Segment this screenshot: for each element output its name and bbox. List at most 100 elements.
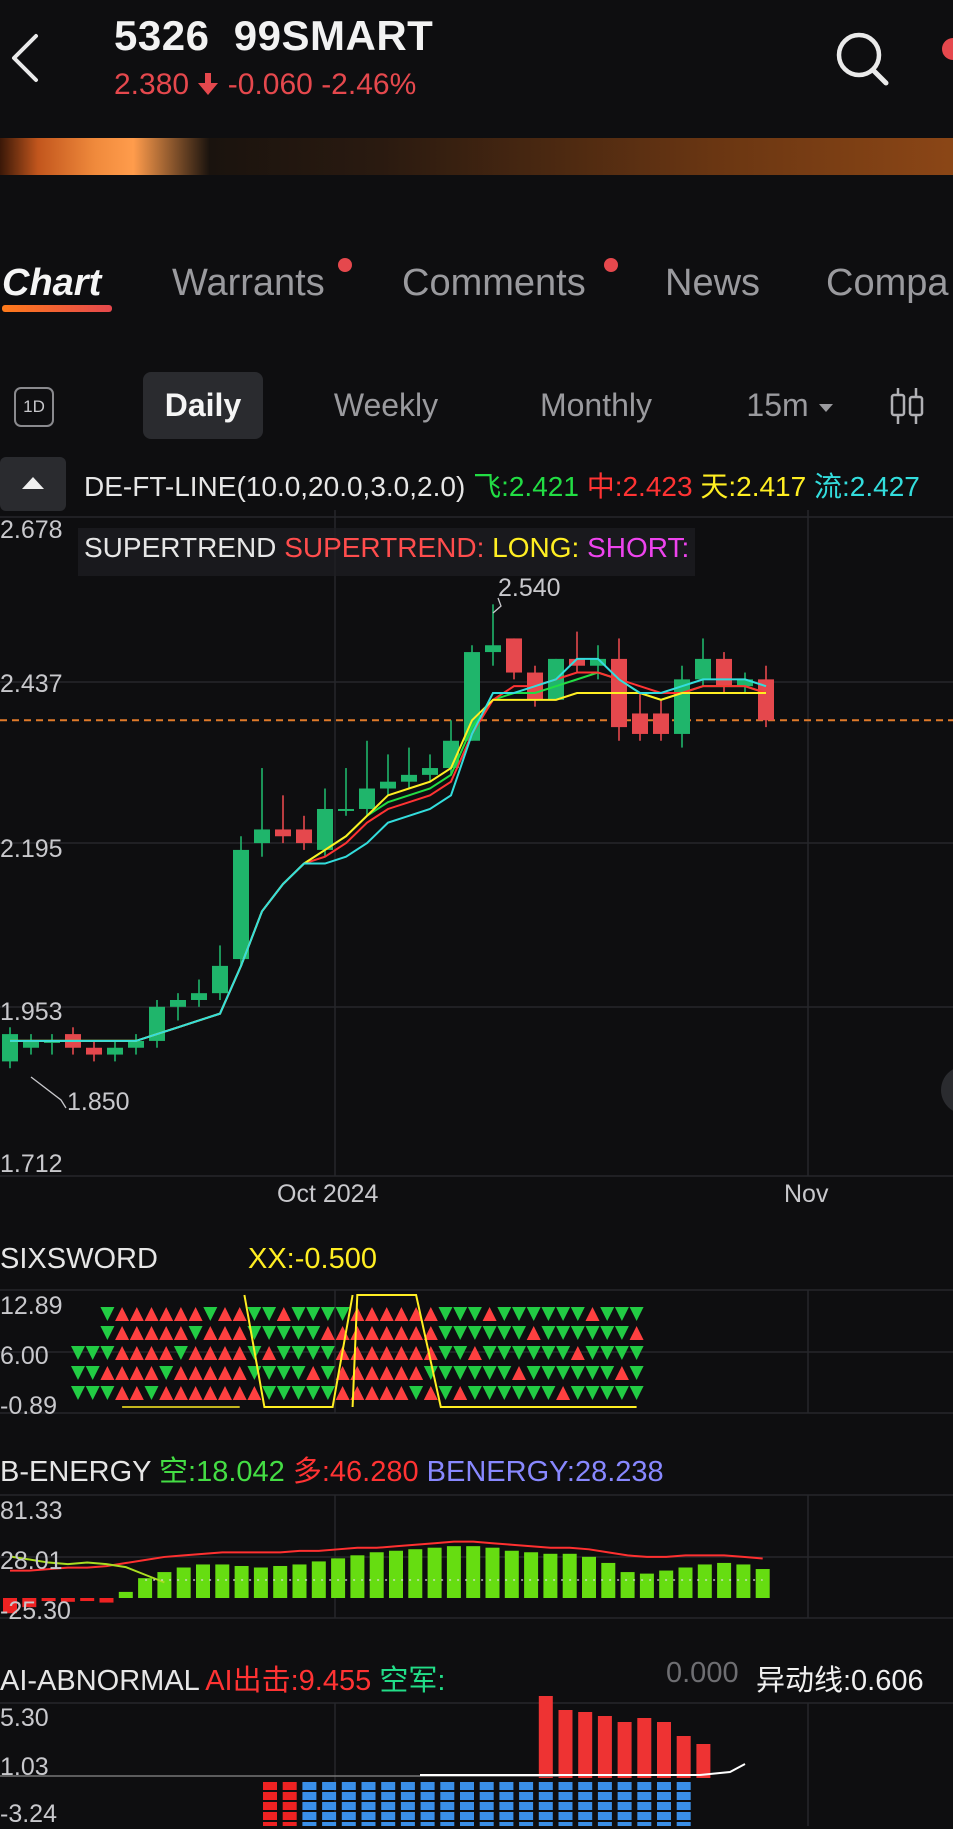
x-tick-label: Nov — [784, 1180, 829, 1208]
sixsword-down-triangle — [71, 1346, 85, 1360]
abnormal-neg-block — [322, 1822, 337, 1826]
abnormal-neg-block — [341, 1792, 356, 1800]
abnormal-neg-block — [617, 1782, 632, 1790]
sixsword-title: SIXSWORD — [0, 1243, 158, 1275]
period-15m-dropdown[interactable]: 15m — [740, 372, 840, 439]
sixsword-up-triangle — [585, 1307, 600, 1321]
indicator-legend[interactable]: DE-FT-LINE(10.0,20.0,3.0,2.0) 飞:2.421 中:… — [84, 465, 920, 505]
benergy-bar — [118, 1591, 133, 1598]
abnormal-neg-block — [676, 1782, 691, 1790]
abnormal-neg-block — [381, 1782, 396, 1790]
benergy-y-tick: -25.30 — [0, 1597, 71, 1625]
tab-news[interactable]: News — [665, 262, 760, 305]
abnormal-neg-block — [282, 1782, 297, 1790]
benergy-bar — [582, 1556, 596, 1598]
benergy-kong: 空:18.042 — [159, 1456, 285, 1488]
y-tick-label: 2.195 — [0, 835, 63, 863]
abnormal-ai-bar — [637, 1718, 652, 1778]
last-price: 2.380 — [114, 68, 190, 101]
sixsword-down-triangle — [512, 1346, 526, 1360]
benergy-bar — [446, 1546, 461, 1598]
abnormal-neg-block — [499, 1792, 514, 1800]
abnormal-neg-block — [263, 1792, 277, 1800]
sixsword-down-triangle — [570, 1326, 585, 1340]
period-monthly[interactable]: Monthly — [520, 372, 672, 439]
abnormal-y-tick: -3.24 — [0, 1800, 57, 1828]
abnormal-neg-block — [400, 1802, 415, 1810]
indicator-line-liu — [10, 657, 767, 1042]
abnormal-neg-block — [460, 1782, 474, 1790]
abnormal-neg-block — [341, 1822, 356, 1826]
abnormal-neg-block — [558, 1782, 573, 1790]
abnormal-neg-block — [538, 1792, 553, 1800]
sixsword-up-triangle — [218, 1307, 232, 1321]
period-daily[interactable]: Daily — [143, 372, 263, 439]
tab-comments[interactable]: Comments — [402, 262, 586, 305]
promo-banner[interactable] — [0, 138, 953, 175]
sixsword-down-triangle — [526, 1307, 541, 1321]
abnormal-neg-block — [420, 1802, 435, 1810]
tab-chart[interactable]: Chart — [2, 262, 101, 305]
search-icon[interactable] — [834, 28, 892, 90]
abnormal-neg-block — [617, 1812, 632, 1820]
tab-comments-dot — [604, 258, 618, 272]
sixsword-up-triangle — [365, 1346, 379, 1360]
tab-warrants[interactable]: Warrants — [172, 262, 325, 305]
collapse-indicator-button[interactable] — [0, 457, 66, 511]
sixsword-down-triangle — [512, 1307, 526, 1321]
benergy-bar — [601, 1562, 616, 1598]
abnormal-neg-block — [440, 1812, 455, 1820]
sixsword-up-triangle — [188, 1386, 203, 1400]
sixsword-down-triangle — [291, 1326, 306, 1340]
sixsword-down-triangle — [100, 1346, 115, 1360]
benergy-bar — [678, 1567, 693, 1598]
chart-scroll-handle[interactable] — [941, 1066, 953, 1114]
sixsword-y-tick: 6.00 — [0, 1342, 49, 1370]
sixsword-up-triangle — [203, 1326, 218, 1340]
sixsword-down-triangle — [306, 1307, 321, 1321]
sixsword-down-triangle — [291, 1346, 306, 1360]
candle-body — [695, 658, 711, 680]
sixsword-up-triangle — [350, 1366, 365, 1380]
indicator-line-fei — [10, 671, 767, 1042]
tab-company[interactable]: Compa — [826, 262, 949, 305]
abnormal-ai-bar — [617, 1722, 632, 1778]
sixsword-down-triangle — [482, 1366, 497, 1380]
abnormal-zero: 0.000 — [666, 1657, 739, 1689]
sixsword-down-triangle — [291, 1386, 306, 1400]
indicator-line-zhong — [10, 671, 767, 1042]
indicator-tian: 天:2.417 — [700, 471, 807, 502]
period-weekly[interactable]: Weekly — [316, 372, 456, 439]
sixsword-up-triangle — [423, 1307, 438, 1321]
sixsword-up-triangle — [203, 1386, 218, 1400]
abnormal-neg-block — [597, 1802, 612, 1810]
x-tick-label: Oct 2024 — [277, 1180, 379, 1208]
sixsword-down-triangle — [541, 1366, 556, 1380]
candlestick-icon[interactable] — [888, 386, 926, 426]
sixsword-down-triangle — [600, 1307, 615, 1321]
price-change: -0.060 — [227, 68, 313, 101]
abnormal-neg-block — [420, 1812, 435, 1820]
sixsword-chart — [71, 1294, 644, 1408]
chart-canvas[interactable] — [0, 510, 953, 1826]
sixsword-down-triangle — [423, 1366, 438, 1380]
sixsword-up-triangle — [379, 1386, 394, 1400]
sixsword-down-triangle — [541, 1386, 556, 1400]
sixsword-down-triangle — [276, 1386, 291, 1400]
indicator-zhong: 中:2.423 — [586, 471, 693, 502]
sixsword-down-triangle — [556, 1346, 571, 1360]
benergy-bar — [408, 1549, 423, 1598]
sixsword-y-tick: -0.89 — [0, 1392, 57, 1420]
sixsword-down-triangle — [467, 1366, 482, 1380]
sixsword-up-triangle — [188, 1366, 203, 1380]
sixsword-up-triangle — [379, 1307, 394, 1321]
sixsword-down-triangle — [438, 1346, 453, 1360]
abnormal-neg-block — [460, 1822, 474, 1826]
sixsword-down-triangle — [276, 1326, 291, 1340]
benergy-bar — [562, 1553, 577, 1598]
sixsword-up-triangle — [218, 1366, 232, 1380]
stock-title: 5326 99SMART — [114, 12, 433, 60]
back-arrow-icon[interactable] — [8, 30, 48, 86]
abnormal-neg-block — [637, 1822, 652, 1826]
benergy-bar — [331, 1558, 346, 1598]
